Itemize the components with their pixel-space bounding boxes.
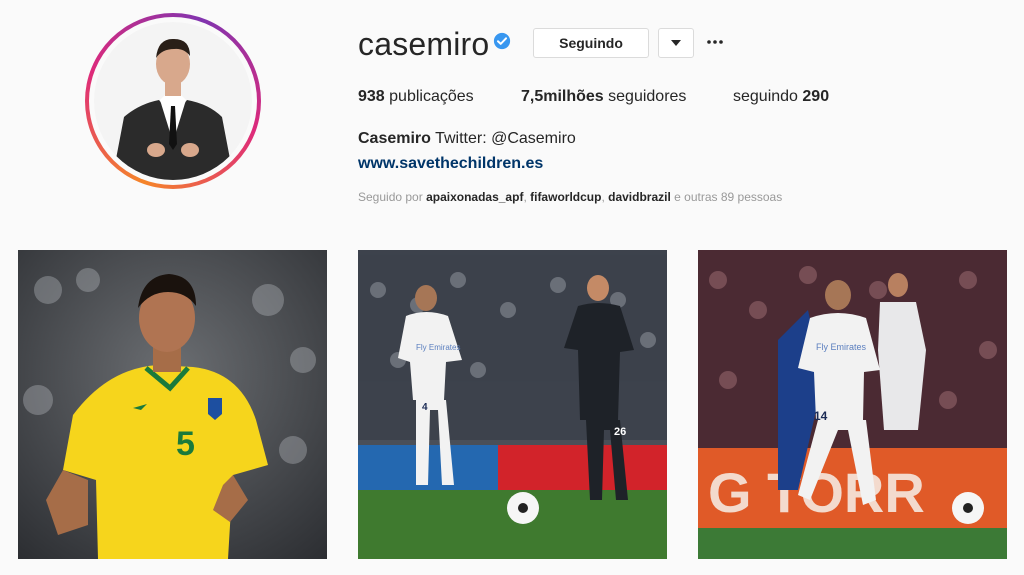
jersey-number: 5 (176, 425, 195, 463)
following-label: seguindo (733, 88, 803, 105)
posts-stat: 938 publicações (358, 88, 474, 106)
chevron-down-icon (671, 40, 681, 46)
sponsor-text: Fly Emirates (816, 342, 867, 352)
jersey-number: 26 (614, 426, 626, 438)
followers-label: seguidores (603, 88, 687, 105)
website-link[interactable]: www.savethechildren.es (358, 155, 543, 173)
bio-line: Casemiro Twitter: @Casemiro (358, 130, 576, 148)
followed-by-user[interactable]: davidbrazil (608, 190, 671, 204)
jersey-number: 14 (814, 409, 828, 423)
jersey-number: 4 (422, 402, 428, 413)
post-thumbnail-2[interactable]: Fly Emirates 4 26 (358, 250, 667, 559)
followed-by-suffix: e outras 89 pessoas (670, 190, 783, 204)
suggestions-dropdown-button[interactable] (658, 28, 694, 58)
avatar-inner (89, 17, 257, 185)
followed-by: Seguido por apaixonadas_apf, fifaworldcu… (358, 190, 782, 204)
verified-badge-icon (493, 32, 511, 50)
followed-by-prefix: Seguido por (358, 190, 427, 204)
profile-username: casemiro (358, 26, 490, 62)
followed-by-user[interactable]: apaixonadas_apf (426, 190, 523, 204)
following-button[interactable]: Seguindo (533, 28, 649, 58)
post-thumbnail-3[interactable]: G TORR Fly Emirates 14 (698, 250, 1007, 559)
following-stat[interactable]: seguindo 290 (733, 88, 829, 106)
post-image: G TORR Fly Emirates 14 (698, 250, 1007, 559)
followers-stat[interactable]: 7,5milhões seguidores (521, 88, 686, 106)
following-count: 290 (802, 88, 830, 105)
post-image: Fly Emirates 4 26 (358, 250, 667, 559)
more-options-button[interactable] (705, 32, 725, 52)
followers-count: 7,5milhões (521, 88, 604, 105)
posts-count: 938 (358, 88, 385, 105)
post-image: 5 (18, 250, 327, 559)
more-options-icon (707, 40, 723, 44)
bio-name: Casemiro (358, 130, 431, 147)
bio-text: Twitter: @Casemiro (430, 130, 576, 147)
followed-by-user[interactable]: fifaworldcup (530, 190, 601, 204)
avatar-photo (94, 22, 252, 180)
profile-avatar-ring[interactable] (85, 13, 261, 189)
avatar (94, 22, 252, 180)
post-thumbnail-1[interactable]: 5 (18, 250, 327, 559)
sponsor-text: Fly Emirates (416, 343, 460, 352)
posts-label: publicações (384, 88, 474, 105)
